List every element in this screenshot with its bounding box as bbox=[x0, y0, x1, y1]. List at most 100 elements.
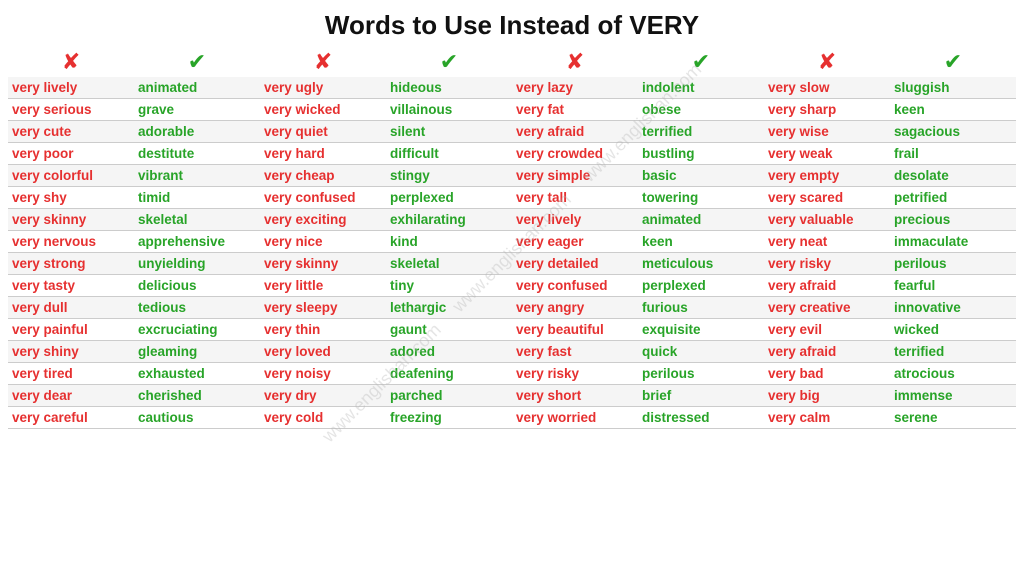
replace-word: freezing bbox=[386, 407, 512, 429]
very-word: very empty bbox=[764, 165, 890, 187]
icon-cross-3: ✘ bbox=[512, 51, 638, 73]
replace-word: grave bbox=[134, 99, 260, 121]
replace-word: precious bbox=[890, 209, 1016, 231]
table-row: very shytimidvery confusedperplexedvery … bbox=[8, 187, 1016, 209]
table-row: very dulltediousvery sleepylethargicvery… bbox=[8, 297, 1016, 319]
page-title: Words to Use Instead of VERY bbox=[8, 10, 1016, 41]
very-word: very dear bbox=[8, 385, 134, 407]
replace-word: stingy bbox=[386, 165, 512, 187]
replace-word: terrified bbox=[638, 121, 764, 143]
very-word: very worried bbox=[512, 407, 638, 429]
very-word: very tasty bbox=[8, 275, 134, 297]
icon-cross-1: ✘ bbox=[8, 51, 134, 73]
replace-word: apprehensive bbox=[134, 231, 260, 253]
replace-word: adorable bbox=[134, 121, 260, 143]
table-row: very painfulexcruciatingvery thingauntve… bbox=[8, 319, 1016, 341]
replace-word: gaunt bbox=[386, 319, 512, 341]
replace-word: tedious bbox=[134, 297, 260, 319]
replace-word: kind bbox=[386, 231, 512, 253]
very-word: very fast bbox=[512, 341, 638, 363]
very-word: very hard bbox=[260, 143, 386, 165]
very-word: very serious bbox=[8, 99, 134, 121]
icon-check-1: ✔ bbox=[134, 51, 260, 73]
replace-word: atrocious bbox=[890, 363, 1016, 385]
table-row: very tiredexhaustedvery noisydeafeningve… bbox=[8, 363, 1016, 385]
very-word: very risky bbox=[764, 253, 890, 275]
table-row: very colorfulvibrantvery cheapstingyvery… bbox=[8, 165, 1016, 187]
replace-word: wicked bbox=[890, 319, 1016, 341]
very-word: very eager bbox=[512, 231, 638, 253]
replace-word: perplexed bbox=[386, 187, 512, 209]
replace-word: keen bbox=[890, 99, 1016, 121]
very-word: very fat bbox=[512, 99, 638, 121]
very-word: very colorful bbox=[8, 165, 134, 187]
replace-word: lethargic bbox=[386, 297, 512, 319]
very-word: very lazy bbox=[512, 77, 638, 99]
replace-word: furious bbox=[638, 297, 764, 319]
replace-word: immaculate bbox=[890, 231, 1016, 253]
replace-word: desolate bbox=[890, 165, 1016, 187]
replace-word: fearful bbox=[890, 275, 1016, 297]
replace-word: exquisite bbox=[638, 319, 764, 341]
replace-word: exhilarating bbox=[386, 209, 512, 231]
very-word: very confused bbox=[512, 275, 638, 297]
very-word: very angry bbox=[512, 297, 638, 319]
replace-word: villainous bbox=[386, 99, 512, 121]
replace-word: perilous bbox=[890, 253, 1016, 275]
table-row: very dearcherishedvery dryparchedvery sh… bbox=[8, 385, 1016, 407]
icon-cross-4: ✘ bbox=[764, 51, 890, 73]
very-word: very lively bbox=[8, 77, 134, 99]
very-word: very loved bbox=[260, 341, 386, 363]
replace-word: quick bbox=[638, 341, 764, 363]
replace-word: silent bbox=[386, 121, 512, 143]
very-word: very simple bbox=[512, 165, 638, 187]
very-word: very afraid bbox=[764, 275, 890, 297]
very-word: very creative bbox=[764, 297, 890, 319]
very-word: very dry bbox=[260, 385, 386, 407]
replace-word: animated bbox=[134, 77, 260, 99]
very-word: very skinny bbox=[260, 253, 386, 275]
icon-check-2: ✔ bbox=[386, 51, 512, 73]
very-word: very cold bbox=[260, 407, 386, 429]
replace-word: brief bbox=[638, 385, 764, 407]
main-container: Words to Use Instead of VERY ✘ ✔ ✘ ✔ ✘ ✔… bbox=[0, 0, 1024, 437]
very-word: very beautiful bbox=[512, 319, 638, 341]
very-word: very painful bbox=[8, 319, 134, 341]
very-word: very afraid bbox=[512, 121, 638, 143]
icons-row: ✘ ✔ ✘ ✔ ✘ ✔ ✘ ✔ bbox=[8, 51, 1016, 73]
table-row: very poordestitutevery harddifficultvery… bbox=[8, 143, 1016, 165]
very-word: very slow bbox=[764, 77, 890, 99]
very-word: very exciting bbox=[260, 209, 386, 231]
replace-word: sluggish bbox=[890, 77, 1016, 99]
very-word: very nervous bbox=[8, 231, 134, 253]
replace-word: unyielding bbox=[134, 253, 260, 275]
very-word: very bad bbox=[764, 363, 890, 385]
table-row: very tastydeliciousvery littletinyvery c… bbox=[8, 275, 1016, 297]
replace-word: animated bbox=[638, 209, 764, 231]
very-word: very poor bbox=[8, 143, 134, 165]
replace-word: deafening bbox=[386, 363, 512, 385]
very-word: very noisy bbox=[260, 363, 386, 385]
very-word: very tired bbox=[8, 363, 134, 385]
very-word: very shy bbox=[8, 187, 134, 209]
replace-word: perplexed bbox=[638, 275, 764, 297]
replace-word: parched bbox=[386, 385, 512, 407]
replace-word: excruciating bbox=[134, 319, 260, 341]
very-word: very neat bbox=[764, 231, 890, 253]
very-word: very detailed bbox=[512, 253, 638, 275]
replace-word: petrified bbox=[890, 187, 1016, 209]
very-word: very confused bbox=[260, 187, 386, 209]
very-word: very careful bbox=[8, 407, 134, 429]
very-word: very nice bbox=[260, 231, 386, 253]
table-row: very cuteadorablevery quietsilentvery af… bbox=[8, 121, 1016, 143]
replace-word: gleaming bbox=[134, 341, 260, 363]
replace-word: towering bbox=[638, 187, 764, 209]
words-table: very livelyanimatedvery uglyhideousvery … bbox=[8, 77, 1016, 429]
table-row: very skinnyskeletalvery excitingexhilara… bbox=[8, 209, 1016, 231]
very-word: very skinny bbox=[8, 209, 134, 231]
very-word: very wise bbox=[764, 121, 890, 143]
very-word: very sleepy bbox=[260, 297, 386, 319]
replace-word: serene bbox=[890, 407, 1016, 429]
replace-word: innovative bbox=[890, 297, 1016, 319]
very-word: very wicked bbox=[260, 99, 386, 121]
